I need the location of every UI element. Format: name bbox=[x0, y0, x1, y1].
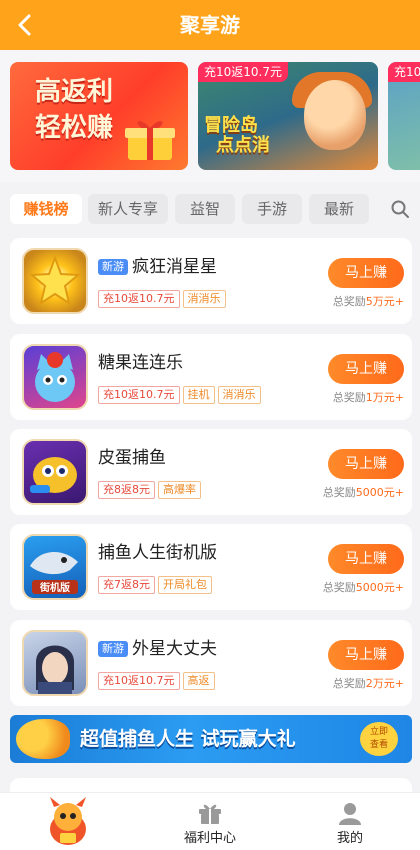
arcade-fish-icon: 街机版 bbox=[22, 534, 88, 600]
game-name: 糖果连连乐 bbox=[98, 353, 183, 373]
character-illustration bbox=[304, 80, 366, 150]
banner-adventure-island[interactable]: 充10返10.7元 冒险岛 点点消 bbox=[198, 62, 378, 170]
star-game-icon bbox=[22, 248, 88, 314]
genre-tag: 消消乐 bbox=[217, 386, 261, 404]
banner-title: 高返利 轻松赚 bbox=[10, 74, 138, 146]
game-name: 捕鱼人生街机版 bbox=[98, 543, 217, 563]
banner-partial[interactable]: 充10 bbox=[388, 62, 420, 170]
user-icon bbox=[339, 803, 361, 825]
new-game-badge: 新游 bbox=[98, 259, 128, 275]
banner-title-line1: 高返利 bbox=[34, 77, 113, 107]
feature-tag: 高返 bbox=[182, 672, 215, 690]
total-reward: 总奖励1万元+ bbox=[333, 389, 404, 405]
banner-rebate-tag: 充10 bbox=[388, 62, 420, 82]
game-title: 外星大丈夫 bbox=[132, 639, 217, 659]
nav-welfare-center[interactable]: 福利中心 bbox=[140, 793, 280, 850]
reward-amount: 5000元+ bbox=[355, 486, 404, 499]
rebate-tag: 充10返10.7元 bbox=[98, 386, 180, 404]
earn-now-button[interactable]: 马上赚 bbox=[328, 640, 404, 670]
nav-mine[interactable]: 我的 bbox=[280, 793, 420, 850]
earn-now-button[interactable]: 马上赚 bbox=[328, 449, 404, 479]
banner-high-rebate[interactable]: 高返利 轻松赚 bbox=[10, 62, 188, 170]
reward-label: 总奖励 bbox=[332, 391, 366, 404]
nav-home[interactable] bbox=[0, 793, 140, 850]
mascot-icon bbox=[50, 797, 86, 845]
game-tags: 充10返10.7元 高返 bbox=[98, 669, 218, 690]
tab-mobile-games[interactable]: 手游 bbox=[242, 194, 302, 224]
category-tabs: 赚钱榜 新人专享 益智 手游 最新 bbox=[0, 190, 420, 230]
gift-icon bbox=[199, 804, 221, 824]
reward-label: 总奖励 bbox=[322, 486, 356, 499]
game-card[interactable]: 糖果连连乐 充10返10.7元 挂机 消消乐 马上赚 总奖励1万元+ bbox=[10, 334, 412, 420]
reward-amount: 1万元+ bbox=[365, 391, 404, 404]
nav-label: 福利中心 bbox=[183, 831, 236, 846]
header-bar: 聚享游 bbox=[0, 0, 420, 50]
rebate-tag: 充8返8元 bbox=[98, 481, 155, 499]
tab-earn-ranking[interactable]: 赚钱榜 bbox=[10, 194, 82, 224]
earn-now-button[interactable]: 马上赚 bbox=[328, 544, 404, 574]
reward-amount: 2万元+ bbox=[365, 677, 404, 690]
total-reward: 总奖励5万元+ bbox=[333, 293, 404, 309]
game-title: 疯狂消星星 bbox=[132, 257, 217, 277]
rebate-tag: 充7返8元 bbox=[98, 576, 155, 594]
total-reward: 总奖励5000元+ bbox=[323, 484, 404, 500]
banner-carousel[interactable]: 高返利 轻松赚 充10返10.7元 冒险岛 点点消 充10 bbox=[0, 50, 420, 182]
nav-label: 我的 bbox=[336, 831, 363, 846]
tab-newcomer[interactable]: 新人专享 bbox=[88, 194, 168, 224]
earn-now-button[interactable]: 马上赚 bbox=[328, 258, 404, 288]
candy-cat-icon bbox=[22, 344, 88, 410]
cta-line1: 立即 bbox=[369, 727, 388, 737]
tab-puzzle[interactable]: 益智 bbox=[175, 194, 235, 224]
game-tags: 充10返10.7元 挂机 消消乐 bbox=[98, 383, 264, 404]
shark-art: 街机版 bbox=[30, 551, 78, 594]
robot-fish bbox=[30, 457, 77, 493]
tab-latest[interactable]: 最新 bbox=[309, 194, 369, 224]
banner-logo-line1: 冒险岛 bbox=[204, 115, 258, 136]
game-name: 皮蛋捕鱼 bbox=[98, 448, 166, 468]
rebate-tag: 充10返10.7元 bbox=[98, 672, 180, 690]
game-name: 新游 疯狂消星星 bbox=[98, 256, 217, 278]
game-card[interactable]: 新游 疯狂消星星 充10返10.7元 消消乐 马上赚 总奖励5万元+ bbox=[10, 238, 412, 324]
hero-face bbox=[36, 645, 74, 694]
banner-title-line2: 轻松赚 bbox=[34, 113, 113, 143]
total-reward: 总奖励2万元+ bbox=[333, 675, 404, 691]
page-title: 聚享游 bbox=[180, 13, 240, 37]
gift-box-icon bbox=[125, 121, 175, 160]
fishing-robot-icon bbox=[22, 439, 88, 505]
reward-label: 总奖励 bbox=[322, 581, 356, 594]
bottom-nav: 福利中心 我的 bbox=[0, 792, 420, 850]
game-tags: 充7返8元 开局礼包 bbox=[98, 573, 215, 594]
cat-face bbox=[35, 352, 75, 402]
total-reward: 总奖励5000元+ bbox=[323, 579, 404, 595]
cta-line2: 查看 bbox=[369, 740, 388, 750]
game-name: 新游 外星大丈夫 bbox=[98, 638, 217, 660]
feature-tag: 开局礼包 bbox=[158, 576, 212, 594]
fishing-ad-banner[interactable]: 超值捕鱼人生 试玩赢大礼 立即 查看 bbox=[10, 715, 412, 763]
star-shape bbox=[29, 255, 81, 306]
hero-portrait-icon bbox=[22, 630, 88, 696]
banner-logo-line2: 点点消 bbox=[216, 135, 270, 156]
reward-label: 总奖励 bbox=[332, 295, 366, 308]
feature-tag: 挂机 bbox=[182, 386, 215, 404]
view-now-button[interactable]: 立即 查看 bbox=[360, 722, 398, 756]
game-card[interactable]: 街机版 捕鱼人生街机版 充7返8元 开局礼包 马上赚 总奖励5000元+ bbox=[10, 524, 412, 610]
earn-now-button[interactable]: 马上赚 bbox=[328, 354, 404, 384]
reward-amount: 5万元+ bbox=[365, 295, 404, 308]
game-tags: 充8返8元 高爆率 bbox=[98, 478, 204, 499]
banner-rebate-tag: 充10返10.7元 bbox=[198, 62, 288, 82]
feature-tag: 高爆率 bbox=[158, 481, 201, 499]
game-tags: 充10返10.7元 消消乐 bbox=[98, 287, 229, 308]
ad-title: 超值捕鱼人生 试玩赢大礼 bbox=[80, 728, 296, 750]
reward-amount: 5000元+ bbox=[355, 581, 404, 594]
new-game-badge: 新游 bbox=[98, 641, 128, 657]
banner-game-logo: 冒险岛 点点消 bbox=[204, 116, 270, 156]
arcade-edition-label: 街机版 bbox=[39, 581, 70, 594]
search-icon[interactable] bbox=[390, 199, 410, 219]
game-card[interactable]: 皮蛋捕鱼 充8返8元 高爆率 马上赚 总奖励5000元+ bbox=[10, 429, 412, 515]
game-card[interactable]: 新游 外星大丈夫 充10返10.7元 高返 马上赚 总奖励2万元+ bbox=[10, 620, 412, 706]
genre-tag: 消消乐 bbox=[182, 290, 226, 308]
reward-label: 总奖励 bbox=[332, 677, 366, 690]
fish-icon bbox=[16, 719, 70, 759]
rebate-tag: 充10返10.7元 bbox=[98, 290, 180, 308]
